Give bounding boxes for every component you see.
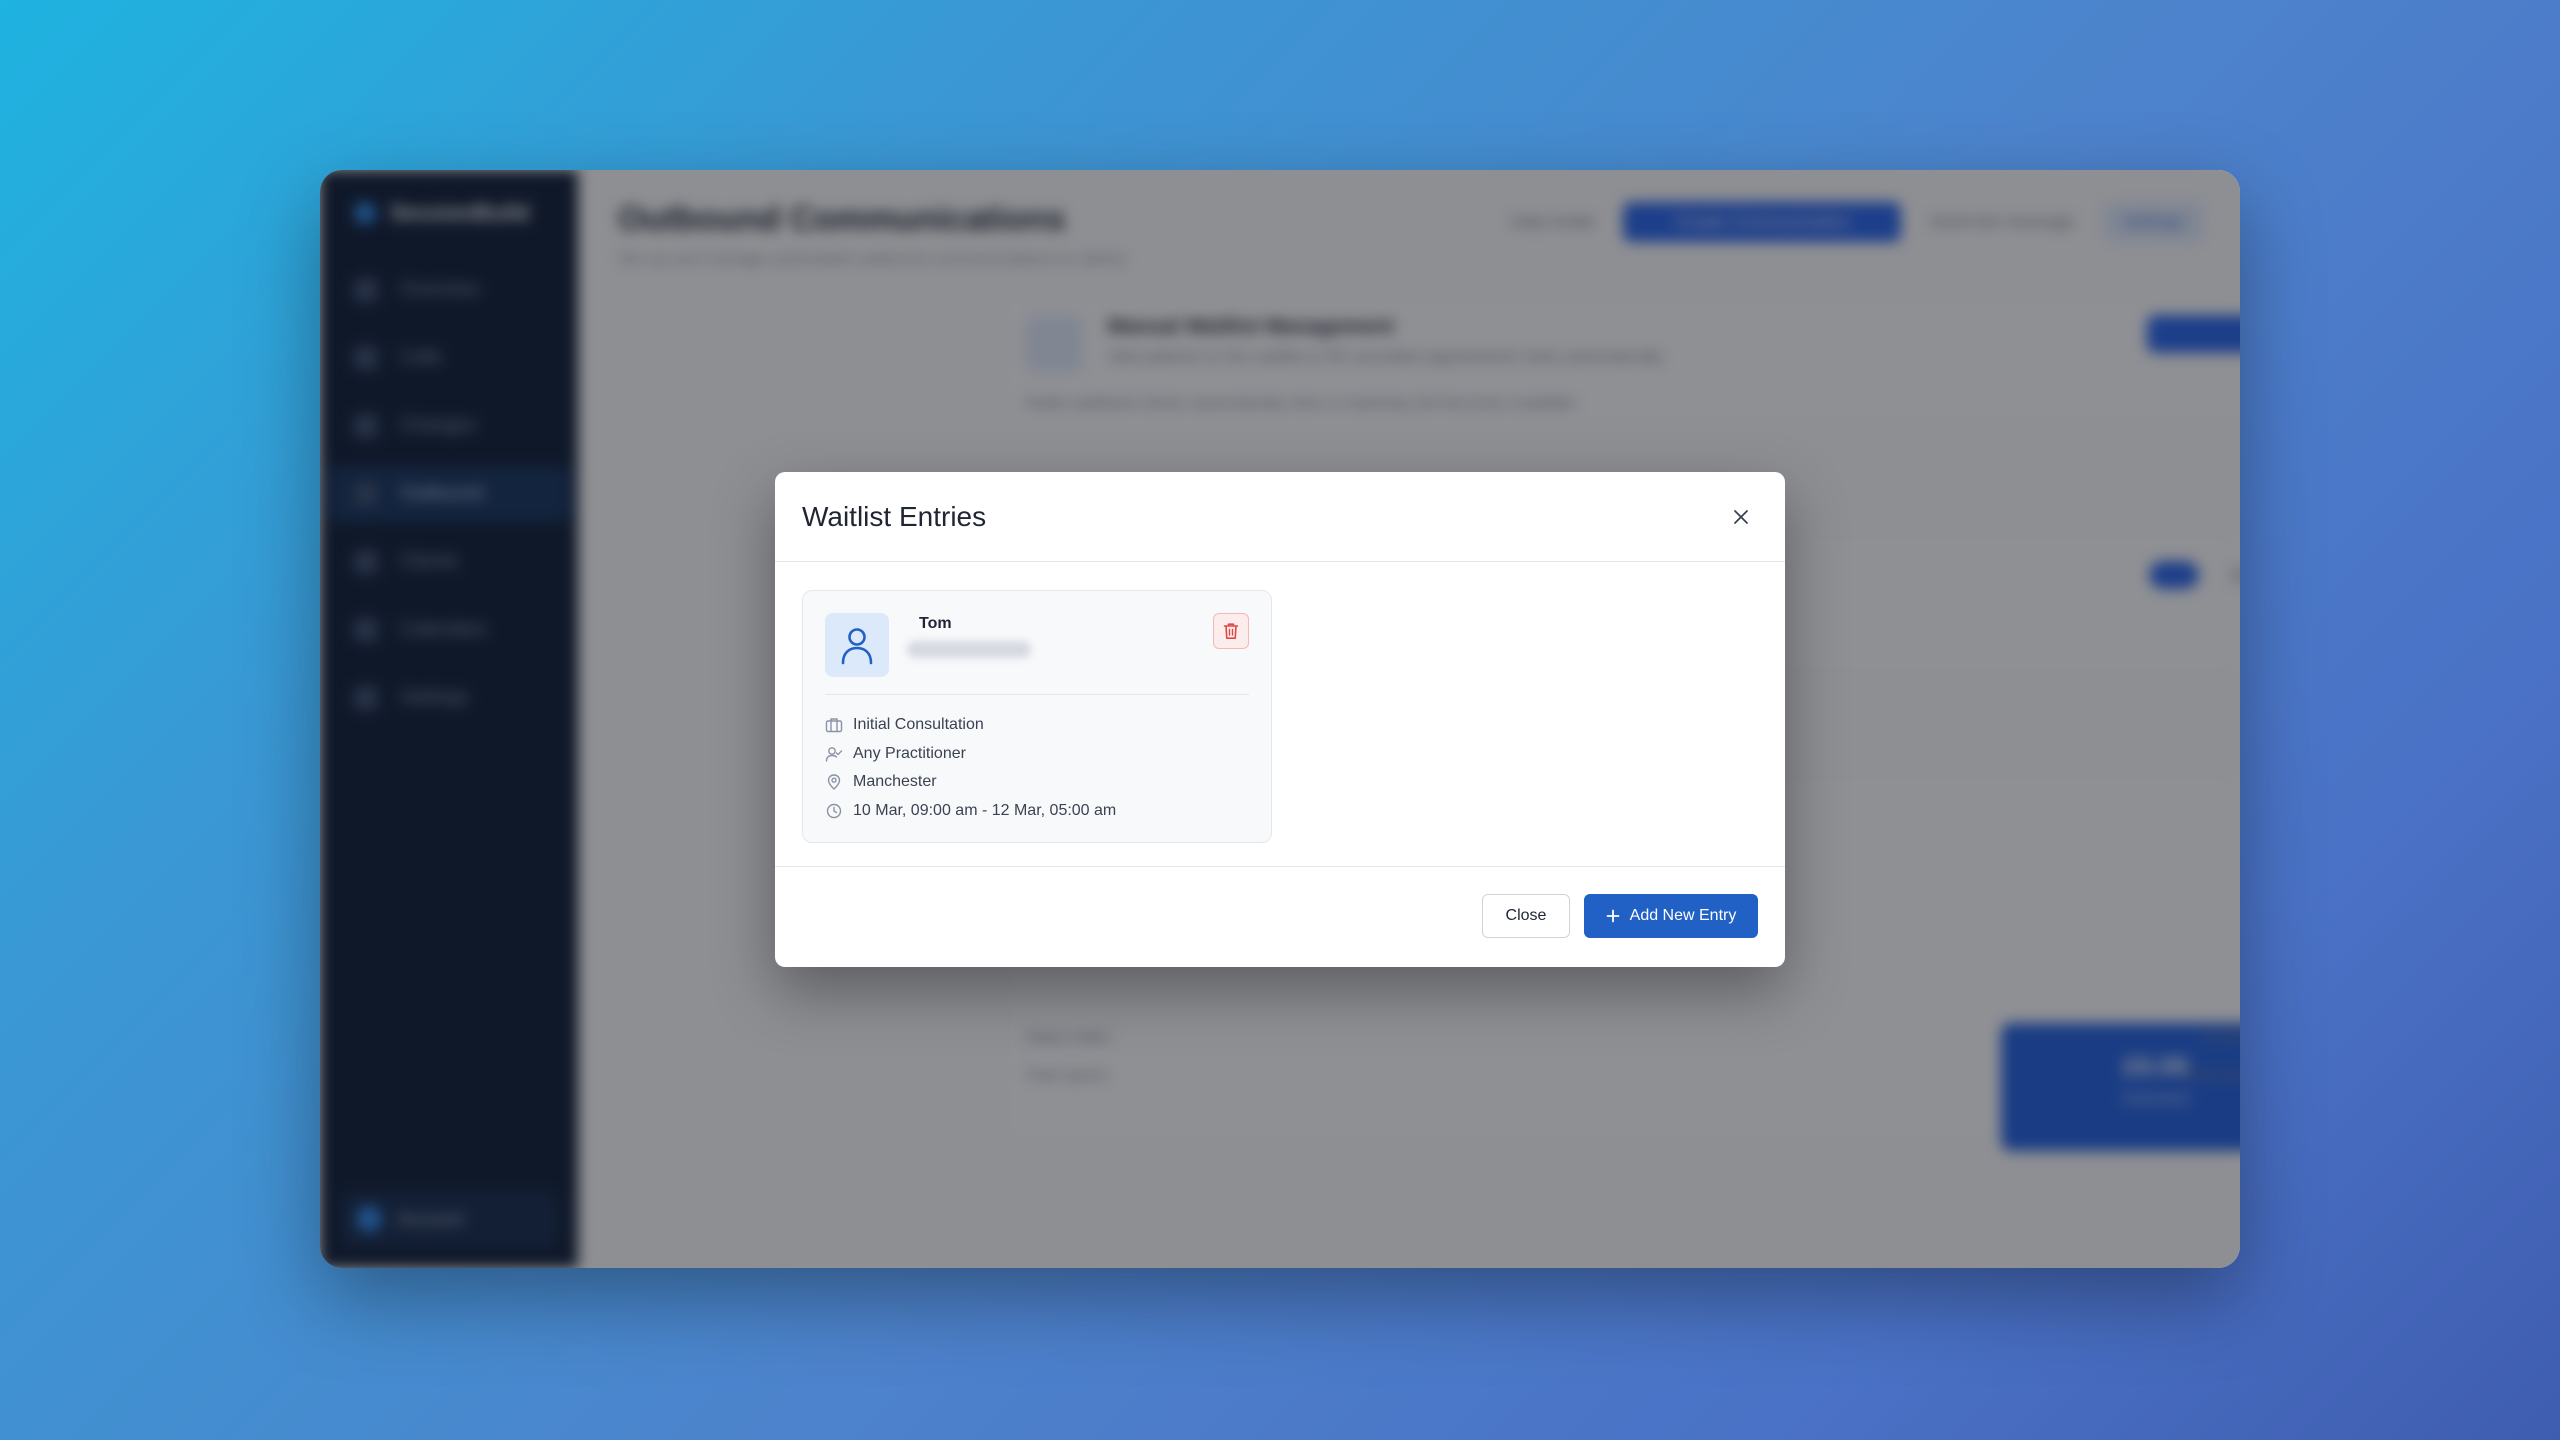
clock-icon bbox=[826, 803, 842, 818]
entry-details: Initial Consultation Any Practitioner Ma… bbox=[825, 711, 1116, 825]
detail-service: Initial Consultation bbox=[825, 711, 1116, 740]
close-button[interactable]: Close bbox=[1482, 894, 1570, 938]
plus-icon bbox=[1606, 909, 1620, 923]
trash-icon bbox=[1223, 623, 1239, 639]
detail-location: Manchester bbox=[825, 768, 1116, 797]
waitlist-entry-card: Tom Initial Consultation Any Practitione… bbox=[802, 590, 1272, 843]
redacted-contact-info bbox=[907, 641, 1031, 658]
entry-name: Tom bbox=[919, 615, 952, 632]
map-pin-icon bbox=[827, 774, 841, 790]
user-check-icon bbox=[825, 746, 843, 762]
detail-text: Initial Consultation bbox=[853, 716, 984, 734]
waitlist-entries-dialog: Waitlist Entries Tom Initial Consultatio… bbox=[775, 472, 1785, 967]
briefcase-icon bbox=[825, 718, 843, 733]
add-new-entry-button[interactable]: Add New Entry bbox=[1584, 894, 1758, 938]
user-icon bbox=[825, 613, 889, 677]
close-icon[interactable] bbox=[1724, 500, 1758, 534]
add-new-entry-label: Add New Entry bbox=[1629, 907, 1737, 924]
detail-practitioner: Any Practitioner bbox=[825, 740, 1116, 769]
detail-text: Any Practitioner bbox=[853, 744, 966, 762]
detail-text: Manchester bbox=[853, 773, 937, 791]
delete-entry-button[interactable] bbox=[1213, 613, 1249, 649]
dialog-body: Tom Initial Consultation Any Practitione… bbox=[775, 562, 1785, 867]
dialog-footer: Close Add New Entry bbox=[775, 867, 1785, 967]
dialog-title: Waitlist Entries bbox=[802, 500, 987, 532]
detail-time-range: 10 Mar, 09:00 am - 12 Mar, 05:00 am bbox=[825, 797, 1116, 826]
detail-text: 10 Mar, 09:00 am - 12 Mar, 05:00 am bbox=[853, 801, 1117, 819]
dialog-header: Waitlist Entries bbox=[775, 472, 1785, 562]
divider bbox=[825, 694, 1249, 695]
